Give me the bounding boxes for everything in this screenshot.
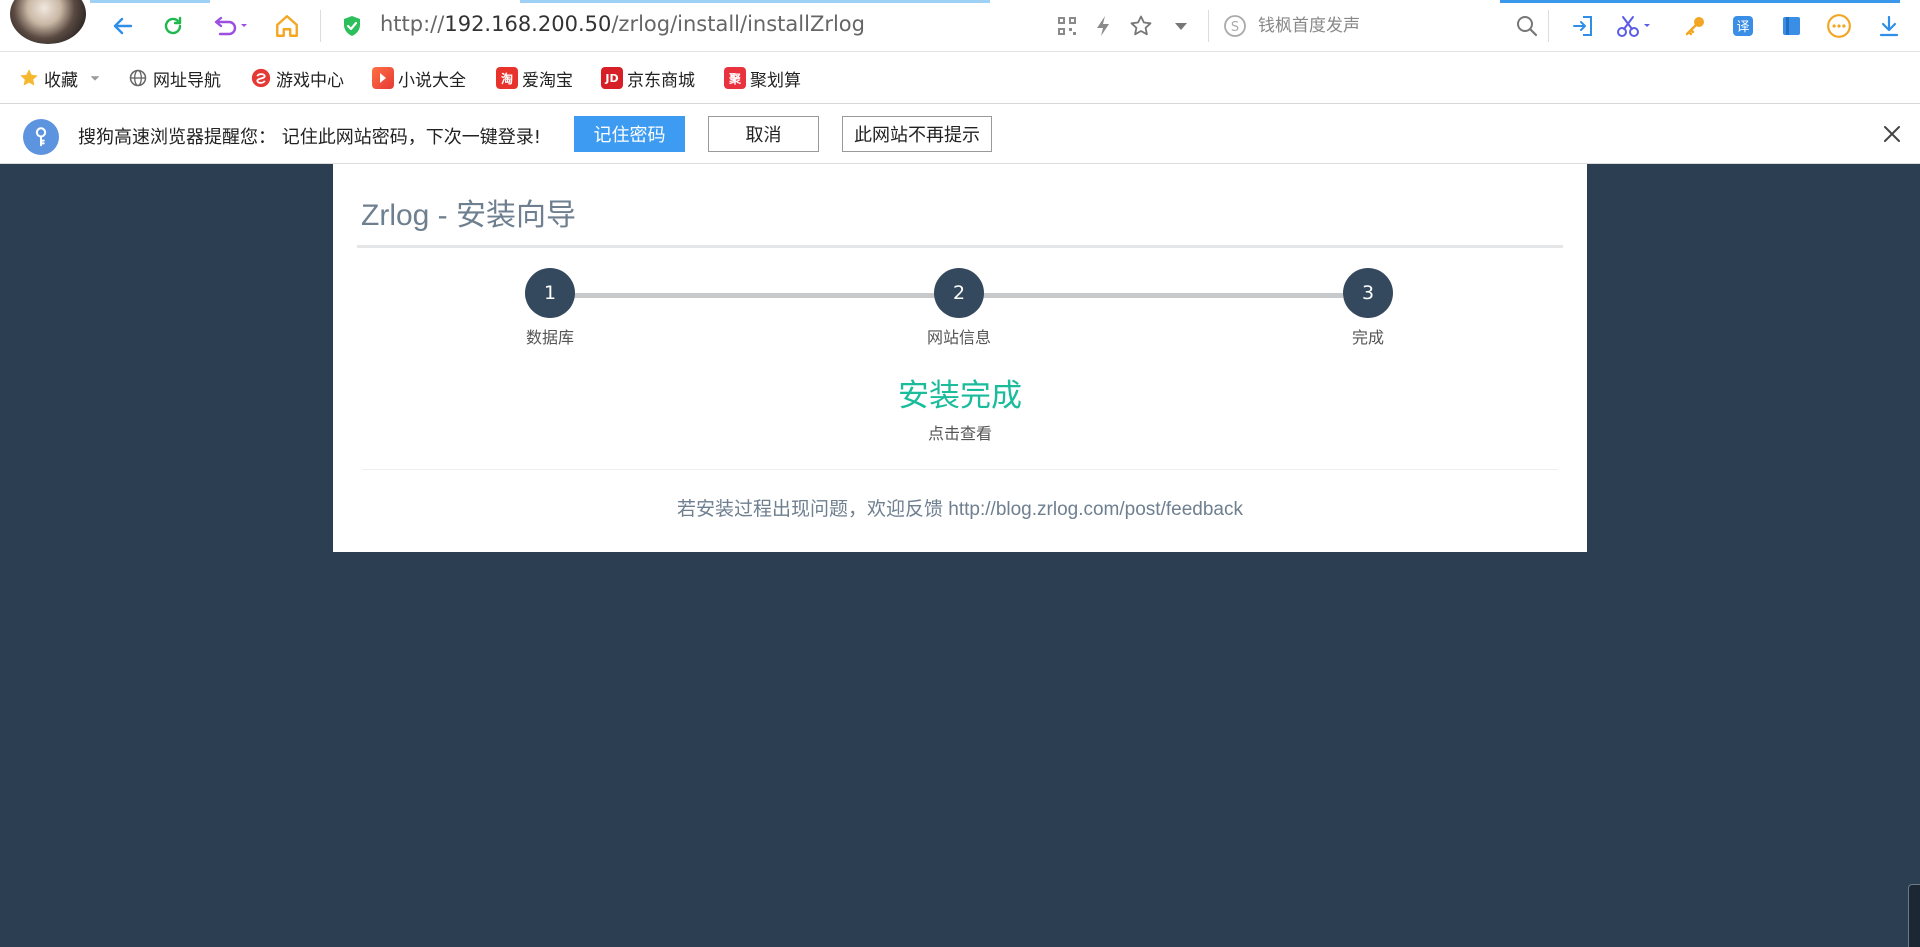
qr-code-button[interactable] bbox=[1052, 10, 1082, 42]
bookmark-label: 京东商城 bbox=[627, 70, 695, 91]
toolbar-divider bbox=[1208, 10, 1209, 42]
juhuasuan-icon: 聚 bbox=[724, 67, 746, 89]
step-2-label: 网站信息 bbox=[926, 328, 991, 347]
more-dots-icon bbox=[1827, 14, 1851, 38]
install-complete-heading: 安装完成 bbox=[898, 378, 1022, 414]
home-icon bbox=[276, 15, 298, 37]
toolbar-divider bbox=[320, 10, 321, 42]
bookmark-label: 小说大全 bbox=[398, 70, 466, 91]
bookmark-favorites[interactable]: 收藏 bbox=[18, 65, 102, 91]
close-icon[interactable] bbox=[1880, 122, 1904, 146]
tab-indicator bbox=[90, 0, 210, 3]
home-button[interactable] bbox=[271, 10, 303, 42]
chevron-down-icon bbox=[90, 76, 100, 81]
search-icon bbox=[1517, 16, 1538, 37]
bookmark-novels[interactable]: 小说大全 bbox=[372, 65, 466, 91]
back-arrow-icon bbox=[113, 17, 133, 35]
chevron-down-icon bbox=[1175, 23, 1187, 30]
url-host: 192.168.200.50 bbox=[444, 12, 612, 36]
search-engine-button[interactable]: S bbox=[1220, 10, 1250, 42]
speed-mode-button[interactable] bbox=[1088, 10, 1118, 42]
more-menu-button[interactable] bbox=[1824, 10, 1854, 42]
never-prompt-button[interactable]: 此网站不再提示 bbox=[842, 116, 992, 152]
url-scheme: http:// bbox=[380, 12, 445, 36]
shield-check-icon bbox=[344, 16, 360, 36]
save-password-bar: 搜狗高速浏览器提醒您： 记住此网站密码，下次一键登录! 记住密码 取消 此网站不… bbox=[0, 104, 1920, 164]
step-3-label: 完成 bbox=[1351, 328, 1384, 347]
tab-indicator bbox=[1500, 0, 1900, 3]
feedback-notice: 若安装过程出现问题，欢迎反馈 http://blog.zrlog.com/pos… bbox=[333, 494, 1587, 521]
search-input[interactable]: 钱枫首度发声 bbox=[1258, 10, 1548, 42]
key-icon bbox=[1685, 17, 1704, 36]
scissors-icon bbox=[1617, 16, 1650, 37]
user-avatar[interactable] bbox=[10, 0, 86, 44]
svg-text:译: 译 bbox=[1736, 20, 1749, 35]
game-icon bbox=[251, 68, 271, 88]
step-3-indicator: 3 bbox=[1343, 268, 1393, 318]
step-2-indicator: 2 bbox=[934, 268, 984, 318]
downloads-button[interactable] bbox=[1874, 10, 1904, 42]
search-button[interactable] bbox=[1512, 10, 1542, 42]
bookmark-taobao[interactable]: 淘 爱淘宝 bbox=[496, 65, 573, 91]
translate-button[interactable]: 译 bbox=[1728, 10, 1758, 42]
title-divider bbox=[357, 245, 1563, 248]
bookmark-juhuasuan[interactable]: 聚 聚划算 bbox=[724, 65, 801, 91]
tab-indicator bbox=[520, 0, 990, 3]
volume-meter bbox=[1908, 884, 1920, 947]
password-manager-button[interactable] bbox=[1680, 10, 1710, 42]
lightning-icon bbox=[1097, 16, 1109, 36]
address-bar[interactable]: http://192.168.200.50/zrlog/install/inst… bbox=[380, 12, 865, 36]
bookmark-jd[interactable]: JD 京东商城 bbox=[601, 65, 695, 91]
view-site-link[interactable]: 点击查看 bbox=[333, 420, 1587, 444]
star-outline-icon bbox=[1130, 15, 1152, 36]
step-1-indicator: 1 bbox=[525, 268, 575, 318]
screenshot-button[interactable] bbox=[1614, 10, 1658, 42]
cancel-button[interactable]: 取消 bbox=[708, 116, 819, 152]
bookmark-label: 收藏 bbox=[44, 70, 78, 91]
remember-password-button[interactable]: 记住密码 bbox=[574, 116, 685, 152]
taobao-icon: 淘 bbox=[496, 67, 518, 89]
login-button[interactable] bbox=[1568, 10, 1598, 42]
star-icon bbox=[20, 69, 38, 86]
feedback-text: 若安装过程出现问题，欢迎反馈 bbox=[677, 499, 949, 520]
qr-code-icon bbox=[1058, 17, 1076, 35]
translate-icon: 译 bbox=[1733, 16, 1753, 36]
jd-icon: JD bbox=[601, 67, 623, 89]
browser-toolbar: http://192.168.200.50/zrlog/install/inst… bbox=[0, 0, 1920, 52]
secure-site-badge[interactable] bbox=[336, 10, 368, 42]
toolbar-divider bbox=[1548, 10, 1549, 42]
url-path: /zrlog/install/installZrlog bbox=[611, 12, 865, 36]
refresh-button[interactable] bbox=[157, 10, 189, 42]
notebook-icon bbox=[1783, 17, 1800, 35]
bookmarks-bar: 收藏 网址导航 游戏中心 小说大全 淘 爱淘宝 JD 京东商城 聚 聚划算 bbox=[0, 52, 1920, 104]
undo-icon bbox=[214, 16, 247, 36]
back-button[interactable] bbox=[107, 10, 139, 42]
page-title: Zrlog - 安装向导 bbox=[361, 199, 577, 232]
step-1-label: 数据库 bbox=[525, 328, 574, 347]
globe-icon bbox=[129, 69, 147, 87]
sogou-logo-icon: S bbox=[1224, 15, 1246, 37]
undo-close-button[interactable] bbox=[207, 10, 255, 42]
save-password-message: 搜狗高速浏览器提醒您： 记住此网站密码，下次一键登录! bbox=[78, 127, 541, 148]
notes-button[interactable] bbox=[1776, 10, 1806, 42]
content-divider bbox=[362, 469, 1558, 470]
address-dropdown-button[interactable] bbox=[1166, 10, 1196, 42]
key-icon bbox=[23, 119, 59, 155]
refresh-icon bbox=[164, 16, 182, 35]
login-icon bbox=[1573, 16, 1592, 36]
download-icon bbox=[1879, 15, 1899, 37]
bookmark-label: 网址导航 bbox=[153, 70, 221, 91]
bookmark-label: 爱淘宝 bbox=[522, 70, 573, 91]
bookmark-games[interactable]: 游戏中心 bbox=[250, 65, 344, 91]
bookmark-label: 聚划算 bbox=[750, 70, 801, 91]
feedback-link[interactable]: http://blog.zrlog.com/post/feedback bbox=[948, 499, 1243, 520]
svg-text:S: S bbox=[1231, 20, 1239, 35]
bookmark-label: 游戏中心 bbox=[276, 70, 344, 91]
favorite-button[interactable] bbox=[1126, 10, 1156, 42]
bookmark-nav[interactable]: 网址导航 bbox=[128, 65, 221, 91]
novel-icon bbox=[372, 67, 394, 89]
install-wizard-panel: Zrlog - 安装向导 1 2 3 数据库 网站信息 完成 安装完成 点击查看… bbox=[333, 164, 1587, 552]
